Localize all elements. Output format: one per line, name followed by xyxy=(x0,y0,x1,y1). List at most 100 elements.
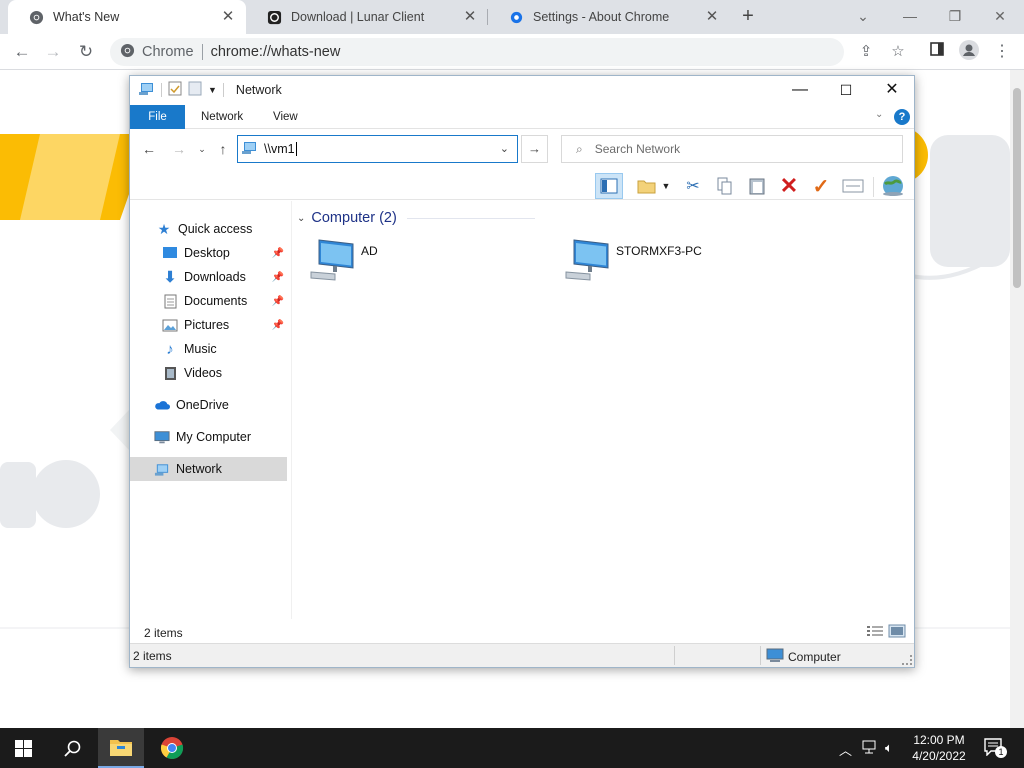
document-icon xyxy=(162,293,178,309)
restore-icon[interactable]: ❐ xyxy=(943,4,967,28)
nav-pictures[interactable]: Pictures 📌 xyxy=(130,313,287,337)
taskbar-chrome[interactable] xyxy=(149,728,195,768)
pin-icon[interactable]: 📌 xyxy=(272,248,284,259)
scrollbar-thumb[interactable] xyxy=(1013,88,1021,288)
tab-lunar-client[interactable]: Download | Lunar Client ✕ xyxy=(246,0,488,34)
navigation-pane: ★ Quick access Desktop 📌 ⬇ Downloads 📌 D… xyxy=(130,201,292,641)
details-view-icon[interactable] xyxy=(866,624,884,638)
address-value: \\vm1 xyxy=(264,142,295,156)
large-icons-view-icon[interactable] xyxy=(888,624,906,638)
pin-icon[interactable]: 📌 xyxy=(272,320,284,331)
network-status-icon[interactable] xyxy=(862,740,878,757)
close-icon[interactable]: ✕ xyxy=(988,4,1012,28)
customize-qat-icon[interactable]: ▼ xyxy=(208,85,217,95)
maximize-icon[interactable]: ☐ xyxy=(823,76,869,104)
taskbar-file-explorer[interactable] xyxy=(98,728,144,768)
minimize-icon[interactable]: — xyxy=(777,76,823,104)
profile-avatar-icon[interactable] xyxy=(957,40,981,64)
status-bar: 2 items Computer xyxy=(130,643,914,667)
search-button[interactable] xyxy=(49,728,95,768)
nav-quick-access[interactable]: ★ Quick access xyxy=(130,217,287,241)
tab-view[interactable]: View xyxy=(261,105,310,129)
help-icon[interactable]: ? xyxy=(894,109,910,125)
page-scrollbar[interactable] xyxy=(1010,70,1024,728)
pin-icon[interactable]: 📌 xyxy=(272,296,284,307)
close-icon[interactable]: ✕ xyxy=(869,76,915,104)
search-box[interactable]: ⌕ Search Network xyxy=(561,135,903,163)
forward-icon[interactable]: → xyxy=(170,140,188,158)
close-tab-icon[interactable]: ✕ xyxy=(462,9,478,25)
status-location: Computer xyxy=(766,648,841,666)
close-tab-icon[interactable]: ✕ xyxy=(704,9,720,25)
network-globe-icon[interactable] xyxy=(879,173,907,199)
properties-icon[interactable] xyxy=(168,81,182,99)
up-icon[interactable]: ↑ xyxy=(214,140,232,158)
omnibox-site: Chrome xyxy=(142,44,194,60)
nav-onedrive[interactable]: OneDrive xyxy=(130,393,287,417)
collapse-chevron-icon[interactable]: ⌄ xyxy=(297,213,305,224)
copy-icon[interactable] xyxy=(711,173,739,199)
nav-downloads[interactable]: ⬇ Downloads 📌 xyxy=(130,265,287,289)
nav-network[interactable]: Network xyxy=(130,457,287,481)
omnibox[interactable]: Chrome chrome://whats-new xyxy=(110,38,844,66)
tab-file[interactable]: File xyxy=(130,105,185,129)
address-dropdown-icon[interactable]: ⌄ xyxy=(500,142,509,155)
pin-icon[interactable]: 📌 xyxy=(272,272,284,283)
tab-search-icon[interactable]: ⌄ xyxy=(851,4,875,28)
group-header-computer[interactable]: ⌄ Computer (2) xyxy=(297,210,535,226)
volume-icon[interactable]: 🔈︎ xyxy=(885,740,893,756)
forward-icon[interactable]: → xyxy=(41,40,65,64)
computer-icon xyxy=(564,238,610,285)
delete-icon[interactable]: ✕ xyxy=(775,173,803,199)
menu-kebab-icon[interactable]: ⋮ xyxy=(990,40,1014,64)
computer-item-stormxf3[interactable]: STORMXF3-PC xyxy=(564,238,702,285)
nav-label: Music xyxy=(184,342,217,356)
content-pane: ⌄ Computer (2) AD STORMXF3-PC xyxy=(293,201,913,621)
tab-title: Settings - About Chrome xyxy=(533,10,670,24)
paste-icon[interactable] xyxy=(743,173,771,199)
minimize-icon[interactable]: — xyxy=(898,4,922,28)
film-icon xyxy=(162,365,178,381)
tab-whats-new[interactable]: What's New ✕ xyxy=(8,0,246,34)
preview-pane-icon[interactable] xyxy=(595,173,623,199)
back-icon[interactable]: ← xyxy=(140,140,158,158)
nav-documents[interactable]: Documents 📌 xyxy=(130,289,287,313)
new-folder-icon[interactable] xyxy=(188,81,202,99)
explorer-title-bar[interactable]: ▼ Network — ☐ ✕ xyxy=(130,76,914,104)
tab-network[interactable]: Network xyxy=(189,105,255,129)
tab-settings[interactable]: Settings - About Chrome ✕ xyxy=(488,0,730,34)
nav-music[interactable]: ♪ Music xyxy=(130,337,287,361)
clock[interactable]: 12:00 PM 4/20/2022 xyxy=(904,732,974,764)
back-icon[interactable]: ← xyxy=(10,40,34,64)
show-hidden-icons-chevron[interactable]: ︿ xyxy=(839,740,852,759)
address-input[interactable]: \\vm1 ⌄ xyxy=(237,135,518,163)
rename-icon[interactable] xyxy=(839,173,867,199)
network-icon xyxy=(154,461,170,477)
resize-grip[interactable] xyxy=(902,655,912,665)
expand-ribbon-icon[interactable]: ⌄ xyxy=(875,109,883,120)
cut-icon[interactable]: ✂ xyxy=(679,173,707,199)
new-tab-button[interactable]: + xyxy=(738,6,758,26)
go-arrow-button[interactable]: → xyxy=(521,135,548,163)
status-item-count: 2 items xyxy=(133,649,172,663)
bookmark-star-icon[interactable]: ☆ xyxy=(886,40,910,64)
start-button[interactable] xyxy=(0,728,46,768)
side-panel-icon[interactable] xyxy=(925,40,949,64)
close-tab-icon[interactable]: ✕ xyxy=(220,9,236,25)
computer-icon xyxy=(766,648,784,666)
nav-label: Network xyxy=(176,462,222,476)
nav-my-computer[interactable]: My Computer xyxy=(130,425,287,449)
properties-check-icon[interactable]: ✓ xyxy=(807,173,835,199)
notification-center-icon[interactable]: 1 xyxy=(984,738,1007,759)
nav-videos[interactable]: Videos xyxy=(130,361,287,385)
desktop-icon xyxy=(162,245,178,261)
reload-icon[interactable]: ↻ xyxy=(74,40,98,64)
nav-desktop[interactable]: Desktop 📌 xyxy=(130,241,287,265)
folder-options-icon[interactable] xyxy=(633,173,661,199)
share-icon[interactable]: ⇪ xyxy=(854,40,878,64)
pane-splitter[interactable] xyxy=(291,201,292,619)
computer-item-ad[interactable]: AD xyxy=(309,238,378,285)
folder-options-dropdown-icon[interactable]: ▼ xyxy=(659,173,673,199)
computer-name: AD xyxy=(361,244,378,258)
recent-locations-icon[interactable]: ⌄ xyxy=(193,140,211,158)
